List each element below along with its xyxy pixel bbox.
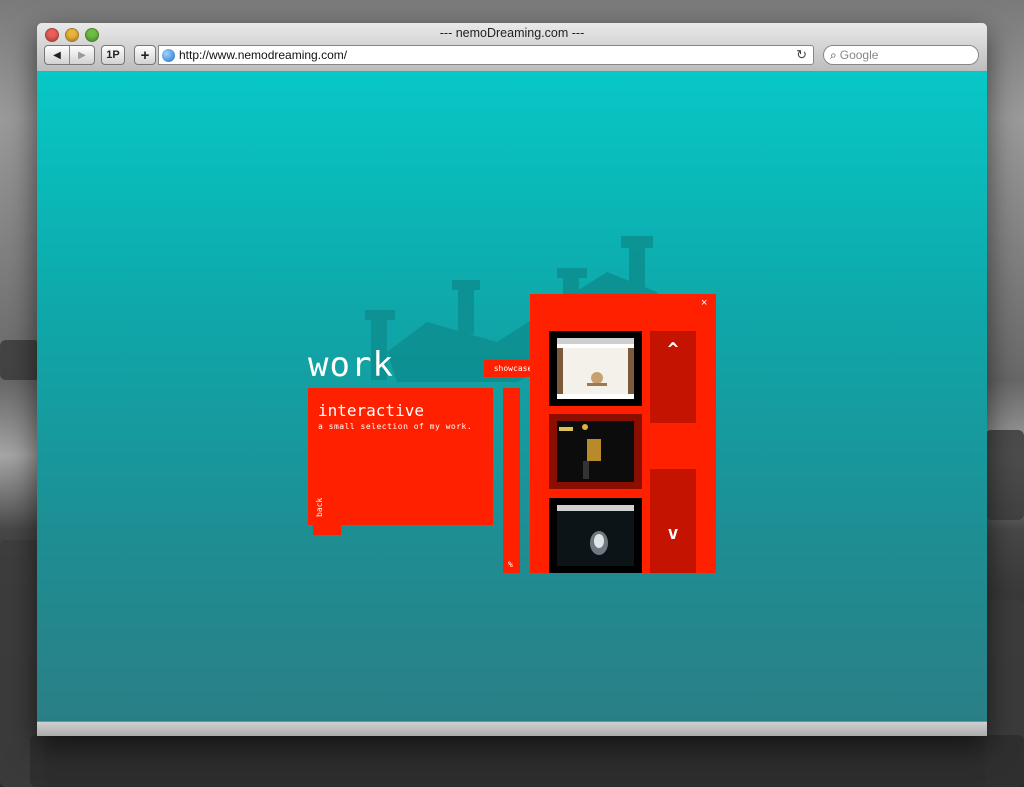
rock	[985, 430, 1024, 520]
title-bar: --- nemoDreaming.com --- ◀ ▶ 1P + http:/…	[37, 23, 987, 72]
search-icon: ⌕	[830, 47, 837, 62]
status-bar	[37, 721, 987, 736]
add-bookmark-button[interactable]: +	[134, 45, 156, 65]
thumbnail-screen	[557, 505, 634, 566]
back-forward-group: ◀ ▶	[44, 45, 95, 65]
window-title: --- nemoDreaming.com ---	[439, 26, 585, 40]
back-arrow-icon[interactable]: ◀	[45, 50, 69, 61]
rock	[0, 340, 40, 380]
section-heading: work	[308, 345, 394, 385]
showcase-thumbnail[interactable]	[549, 498, 642, 573]
globe-icon	[162, 48, 175, 62]
panel-tab	[313, 525, 341, 535]
scroll-down-button[interactable]: v	[650, 469, 696, 573]
address-bar[interactable]: http://www.nemodreaming.com/ ↻	[158, 45, 814, 65]
thumbnail-screen	[557, 338, 634, 399]
strip-icon[interactable]: %	[508, 560, 513, 569]
browser-window: --- nemoDreaming.com --- ◀ ▶ 1P + http:/…	[37, 23, 987, 736]
search-field[interactable]: ⌕ Google	[823, 45, 979, 65]
onepassword-button[interactable]: 1P	[101, 45, 125, 65]
back-link[interactable]: back	[315, 498, 324, 517]
thumbnail-screen	[557, 421, 634, 482]
search-placeholder: Google	[839, 48, 879, 62]
showcase-thumbnail[interactable]	[549, 331, 642, 406]
panel-title: interactive	[318, 401, 424, 420]
thumbnail-art	[557, 421, 634, 482]
page-viewport: work interactive a small selection of my…	[37, 72, 987, 721]
forward-arrow-icon[interactable]: ▶	[70, 50, 94, 61]
reload-icon[interactable]: ↻	[796, 47, 807, 63]
close-icon[interactable]: ×	[701, 297, 707, 309]
scroll-up-button[interactable]: ^	[650, 331, 696, 423]
chevron-up-icon: ^	[667, 339, 679, 360]
url-text: http://www.nemodreaming.com/	[179, 48, 348, 62]
side-strip	[503, 388, 520, 573]
showcase-thumbnail[interactable]	[549, 414, 642, 489]
thumbnail-art	[557, 338, 634, 394]
rock	[30, 735, 1024, 787]
thumbnail-art	[557, 505, 634, 566]
chevron-down-icon: v	[667, 523, 679, 544]
panel-subtitle: a small selection of my work.	[318, 422, 473, 431]
